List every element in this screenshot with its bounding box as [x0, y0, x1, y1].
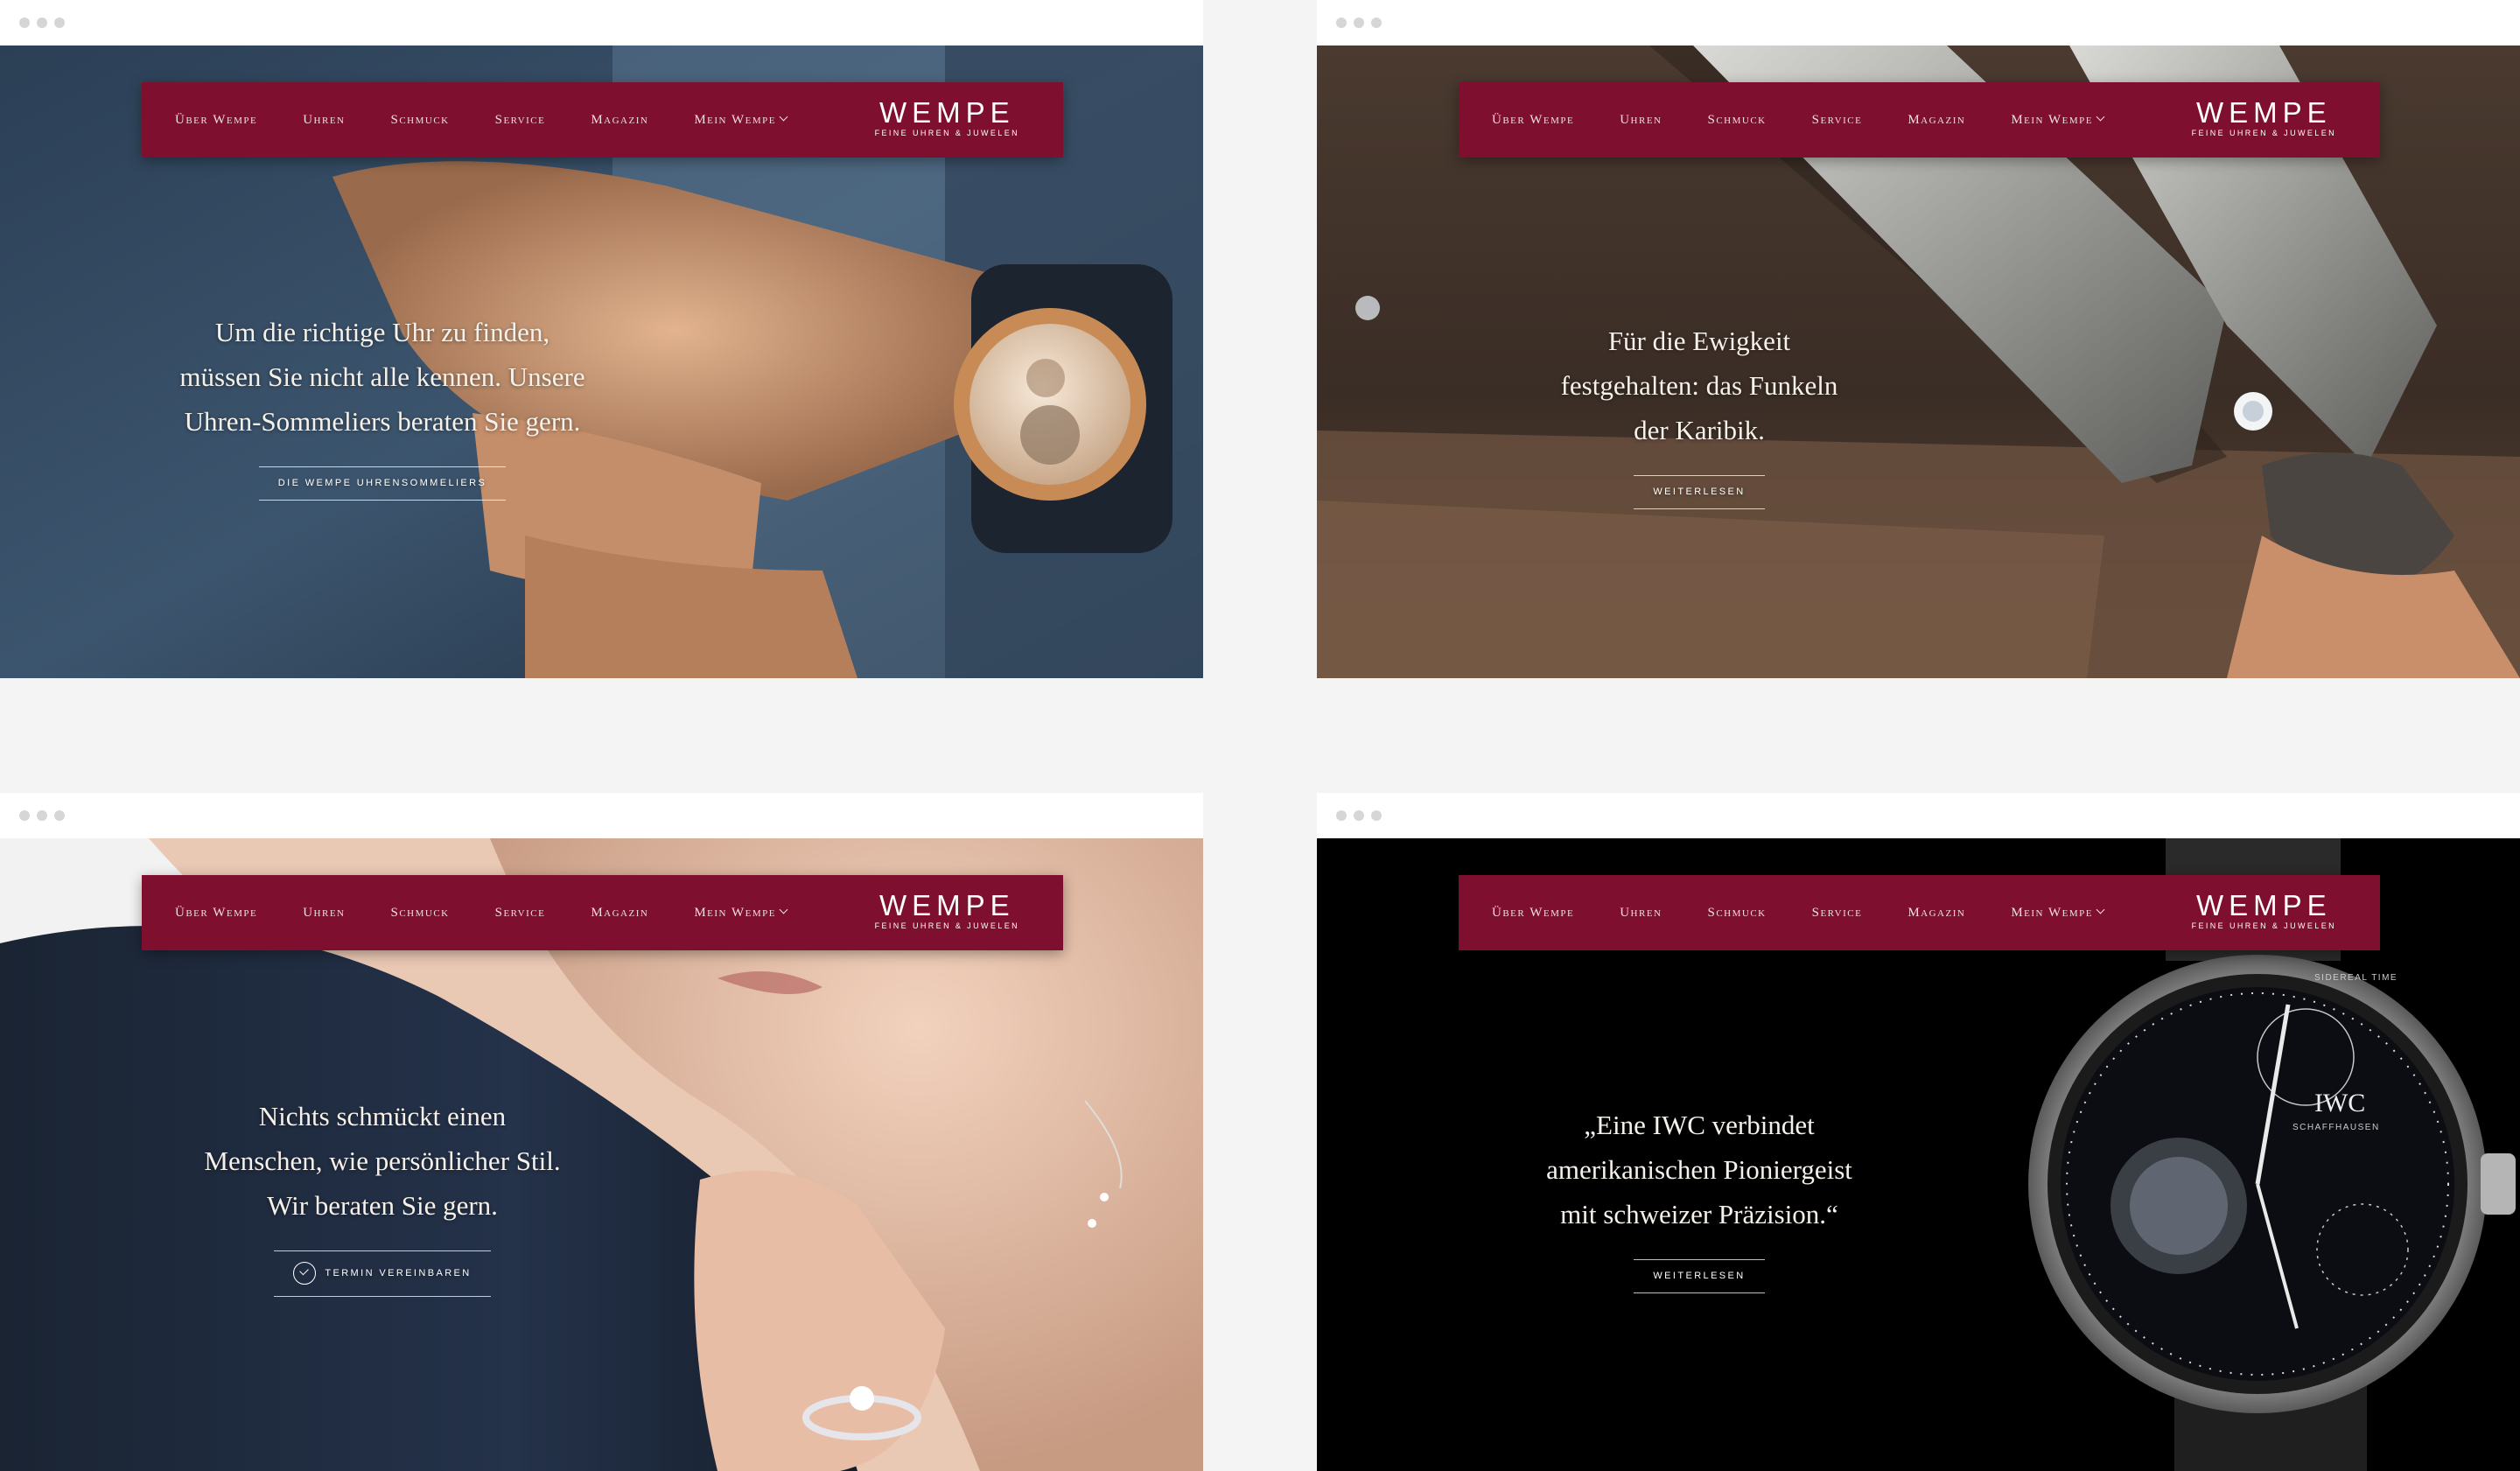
- window-dot-icon: [1354, 18, 1364, 28]
- window-dot-icon: [1336, 18, 1347, 28]
- cta-weiterlesen-button[interactable]: WEITERLESEN: [1634, 475, 1765, 509]
- hero-copy: Für die Ewigkeit festgehalten: das Funke…: [1524, 319, 1874, 509]
- window-dot-icon: [19, 18, 30, 28]
- window-dot-icon: [1336, 810, 1347, 821]
- logo-wordmark: WEMPE: [2195, 96, 2332, 129]
- hero-line: der Karibik.: [1634, 415, 1765, 445]
- nav-item-mein-wempe[interactable]: Mein Wempe: [2011, 112, 2105, 128]
- nav-item-schmuck[interactable]: Schmuck: [1707, 113, 1766, 128]
- watch-brand-sub: SCHAFFHAUSEN: [2292, 1123, 2380, 1132]
- nav-item-label: Mein Wempe: [2011, 112, 2093, 127]
- hero-line: „Eine IWC verbindet: [1584, 1110, 1815, 1140]
- nav-item-uhren[interactable]: Uhren: [303, 113, 345, 128]
- browser-window-watch-sommelier: Über Wempe Uhren Schmuck Service Magazin…: [0, 0, 1203, 678]
- wempe-logo[interactable]: WEMPE FEINE UHREN & JUWELEN: [2191, 889, 2336, 930]
- browser-window-jewelry: Über Wempe Uhren Schmuck Service Magazin…: [0, 793, 1203, 1471]
- cta-label: TERMIN VEREINBAREN: [325, 1267, 472, 1278]
- nav-item-mein-wempe[interactable]: Mein Wempe: [694, 905, 788, 921]
- logo-tagline: FEINE UHREN & JUWELEN: [2191, 129, 2336, 137]
- nav-item-magazin[interactable]: Magazin: [591, 113, 648, 128]
- nav-item-service[interactable]: Service: [495, 113, 546, 128]
- chevron-down-icon: [2096, 112, 2105, 121]
- window-dot-icon: [54, 810, 65, 821]
- browser-chrome: [0, 0, 1203, 46]
- nav-item-magazin[interactable]: Magazin: [1908, 113, 1965, 128]
- window-dot-icon: [1354, 810, 1364, 821]
- nav-item-schmuck[interactable]: Schmuck: [390, 906, 449, 921]
- watch-brand: IWC: [2314, 1089, 2365, 1117]
- hero-section: Über Wempe Uhren Schmuck Service Magazin…: [1317, 46, 2520, 678]
- watch-ring-label: SIDEREAL TIME: [2314, 973, 2398, 983]
- cta-termin-vereinbaren-button[interactable]: TERMIN VEREINBAREN: [274, 1250, 491, 1297]
- nav-item-ueber-wempe[interactable]: Über Wempe: [1492, 113, 1574, 128]
- nav-item-schmuck[interactable]: Schmuck: [1707, 906, 1766, 921]
- main-navigation: Über Wempe Uhren Schmuck Service Magazin…: [142, 82, 1063, 158]
- nav-item-mein-wempe[interactable]: Mein Wempe: [2011, 905, 2105, 921]
- nav-item-label: Mein Wempe: [694, 905, 776, 920]
- chevron-down-icon: [779, 905, 788, 914]
- hero-line: amerikanischen Pioniergeist: [1546, 1154, 1852, 1185]
- hero-line: Wir beraten Sie gern.: [267, 1190, 498, 1221]
- browser-chrome: [0, 793, 1203, 838]
- browser-chrome: [1317, 0, 2520, 46]
- window-dot-icon: [37, 810, 47, 821]
- window-dot-icon: [19, 810, 30, 821]
- wempe-logo[interactable]: WEMPE FEINE UHREN & JUWELEN: [874, 96, 1019, 137]
- hero-line: Für die Ewigkeit: [1607, 326, 1791, 356]
- main-navigation: Über Wempe Uhren Schmuck Service Magazin…: [1459, 82, 2380, 158]
- nav-item-magazin[interactable]: Magazin: [591, 906, 648, 921]
- browser-chrome: [1317, 793, 2520, 838]
- nav-item-ueber-wempe[interactable]: Über Wempe: [175, 113, 257, 128]
- window-dot-icon: [1371, 18, 1382, 28]
- wempe-logo[interactable]: WEMPE FEINE UHREN & JUWELEN: [2191, 96, 2336, 137]
- window-dot-icon: [1371, 810, 1382, 821]
- chevron-down-icon: [779, 112, 788, 121]
- browser-window-iwc: IWC SCHAFFHAUSEN SIDEREAL TIME Über Wemp…: [1317, 793, 2520, 1471]
- hero-line: Uhren-Sommeliers beraten Sie gern.: [184, 406, 581, 437]
- hero-line: Nichts schmückt einen: [258, 1101, 507, 1131]
- hero-section: IWC SCHAFFHAUSEN SIDEREAL TIME Über Wemp…: [1317, 838, 2520, 1471]
- nav-item-label: Mein Wempe: [2011, 905, 2093, 920]
- window-dot-icon: [37, 18, 47, 28]
- hero-copy: „Eine IWC verbindet amerikanischen Pioni…: [1480, 1103, 1918, 1293]
- wempe-logo[interactable]: WEMPE FEINE UHREN & JUWELEN: [874, 889, 1019, 930]
- hero-section: Über Wempe Uhren Schmuck Service Magazin…: [0, 838, 1203, 1471]
- hero-line: mit schweizer Präzision.“: [1560, 1199, 1838, 1229]
- appointment-check-icon: [293, 1262, 317, 1285]
- nav-item-schmuck[interactable]: Schmuck: [390, 113, 449, 128]
- nav-item-uhren[interactable]: Uhren: [1620, 906, 1662, 921]
- logo-tagline: FEINE UHREN & JUWELEN: [874, 921, 1019, 930]
- logo-tagline: FEINE UHREN & JUWELEN: [2191, 921, 2336, 930]
- window-dot-icon: [54, 18, 65, 28]
- main-navigation: Über Wempe Uhren Schmuck Service Magazin…: [142, 875, 1063, 950]
- nav-item-uhren[interactable]: Uhren: [1620, 113, 1662, 128]
- chevron-down-icon: [2096, 905, 2105, 914]
- cta-uhrensommeliers-button[interactable]: DIE WEMPE UHRENSOMMELIERS: [258, 466, 507, 501]
- logo-wordmark: WEMPE: [878, 889, 1015, 921]
- hero-section: Über Wempe Uhren Schmuck Service Magazin…: [0, 46, 1203, 678]
- nav-item-ueber-wempe[interactable]: Über Wempe: [1492, 906, 1574, 921]
- nav-item-label: Mein Wempe: [694, 112, 776, 127]
- nav-item-ueber-wempe[interactable]: Über Wempe: [175, 906, 257, 921]
- logo-tagline: FEINE UHREN & JUWELEN: [874, 129, 1019, 137]
- hero-copy: Um die richtige Uhr zu finden, müssen Si…: [164, 310, 601, 501]
- logo-wordmark: WEMPE: [2195, 889, 2332, 921]
- nav-item-magazin[interactable]: Magazin: [1908, 906, 1965, 921]
- logo-wordmark: WEMPE: [878, 96, 1015, 129]
- hero-line: Menschen, wie persönlicher Stil.: [204, 1145, 561, 1176]
- hero-copy: Nichts schmückt einen Menschen, wie pers…: [164, 1094, 601, 1297]
- cta-weiterlesen-button[interactable]: WEITERLESEN: [1634, 1259, 1765, 1293]
- nav-item-service[interactable]: Service: [495, 906, 546, 921]
- nav-item-uhren[interactable]: Uhren: [303, 906, 345, 921]
- browser-window-karibik: Über Wempe Uhren Schmuck Service Magazin…: [1317, 0, 2520, 678]
- nav-item-service[interactable]: Service: [1812, 113, 1863, 128]
- main-navigation: Über Wempe Uhren Schmuck Service Magazin…: [1459, 875, 2380, 950]
- nav-item-mein-wempe[interactable]: Mein Wempe: [694, 112, 788, 128]
- hero-line: müssen Sie nicht alle kennen. Unsere: [179, 361, 585, 392]
- hero-line: Um die richtige Uhr zu finden,: [214, 317, 550, 347]
- hero-line: festgehalten: das Funkeln: [1560, 370, 1838, 401]
- nav-item-service[interactable]: Service: [1812, 906, 1863, 921]
